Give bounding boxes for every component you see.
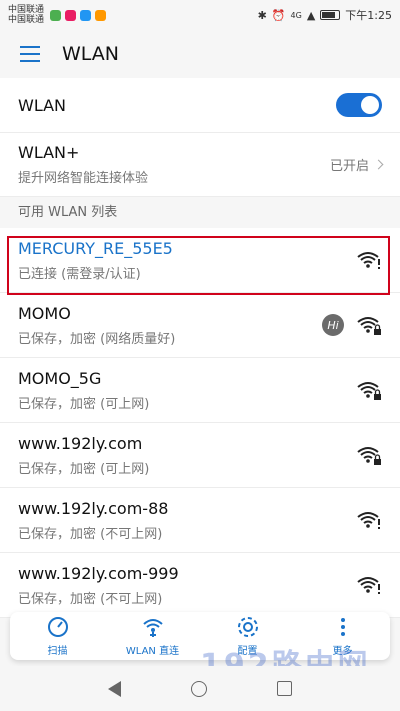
network-row-mercury[interactable]: MERCURY_RE_55E5 已连接 (需登录/认证) (0, 228, 400, 293)
hi-badge-icon: Hi (322, 314, 344, 336)
app-notification-icon (50, 9, 62, 21)
network-name: MOMO_5G (18, 368, 102, 388)
back-icon[interactable] (108, 680, 121, 697)
signal-icon: ▲ (306, 8, 316, 22)
wifi-direct-button[interactable]: WLAN 直连 (105, 612, 200, 660)
chevron-right-icon (373, 159, 384, 170)
app-bar: WLAN (0, 30, 400, 78)
wlan-toggle-row[interactable]: WLAN (0, 78, 400, 133)
wlan-plus-status: 已开启 (329, 159, 369, 174)
wifi-alert-icon (356, 249, 382, 271)
recents-icon[interactable] (277, 681, 292, 696)
network-row-momo5g[interactable]: MOMO_5G 已保存，加密 (可上网) (0, 358, 400, 423)
gear-icon (237, 617, 258, 637)
scan-label: 扫描 (47, 646, 68, 657)
bluetooth-icon: ✱ (257, 8, 267, 22)
network-status: 已保存，加密 (不可上网) (18, 591, 163, 607)
wifi-alert-icon (356, 509, 382, 531)
wlan-plus-subtitle: 提升网络智能连接体验 (18, 171, 149, 186)
wlan-toggle[interactable] (336, 93, 382, 117)
wlan-plus-row[interactable]: WLAN+ 提升网络智能连接体验 已开启 (0, 133, 400, 197)
more-button[interactable]: 更多 (295, 612, 390, 660)
status-bar: 中国联通 中国联通 ✱ ⏰ 4G ▲ 下午1:25 (0, 0, 400, 30)
page-title: WLAN (62, 43, 120, 65)
menu-icon[interactable] (20, 46, 40, 62)
wifi-direct-label: WLAN 直连 (125, 646, 180, 657)
network-row-momo[interactable]: MOMO 已保存，加密 (网络质量好) Hi (0, 293, 400, 358)
bottom-action-bar: 扫描 WLAN 直连 配置 更多 (10, 612, 390, 660)
refresh-icon (47, 617, 68, 637)
network-name: MOMO (18, 303, 71, 323)
network-status: 已连接 (需登录/认证) (18, 266, 141, 282)
configure-button[interactable]: 配置 (200, 612, 295, 660)
system-nav-bar (0, 666, 400, 711)
clock: 下午1:25 (345, 9, 392, 22)
network-type: 4G (290, 10, 302, 20)
wlan-plus-title: WLAN+ (18, 143, 80, 162)
configure-label: 配置 (237, 646, 258, 657)
wifi-lock-icon (356, 379, 382, 401)
section-header: 可用 WLAN 列表 (0, 197, 400, 228)
network-row-192ly-999[interactable]: www.192ly.com-999 已保存，加密 (不可上网) (0, 553, 400, 618)
network-row-192ly-88[interactable]: www.192ly.com-88 已保存，加密 (不可上网) (0, 488, 400, 553)
network-row-192ly[interactable]: www.192ly.com 已保存，加密 (可上网) (0, 423, 400, 488)
network-status: 已保存，加密 (不可上网) (18, 526, 163, 542)
battery-icon (320, 10, 341, 20)
scan-button[interactable]: 扫描 (10, 612, 105, 660)
more-icon (340, 618, 345, 636)
network-name: MERCURY_RE_55E5 (18, 238, 173, 258)
status-right: ✱ ⏰ 4G ▲ 下午1:25 (258, 7, 392, 23)
wlan-label: WLAN (18, 95, 67, 115)
carrier-bottom: 中国联通 (8, 15, 45, 25)
wifi-alert-icon (356, 574, 382, 596)
alarm-icon: ⏰ (271, 8, 286, 22)
network-name: www.192ly.com-88 (18, 498, 169, 518)
wifi-direct-icon (142, 619, 163, 637)
network-name: www.192ly.com (18, 433, 143, 453)
home-icon[interactable] (191, 680, 207, 697)
more-label: 更多 (332, 646, 353, 657)
app-notification-icon (80, 9, 92, 21)
carrier-info: 中国联通 中国联通 (8, 5, 44, 25)
network-status: 已保存，加密 (可上网) (18, 461, 150, 477)
notification-icons (50, 9, 107, 21)
carrier-top: 中国联通 (8, 5, 45, 15)
app-notification-icon (65, 9, 77, 21)
app-notification-icon (95, 9, 107, 21)
wifi-lock-icon (356, 444, 382, 466)
network-status: 已保存，加密 (可上网) (18, 396, 150, 412)
network-name: www.192ly.com-999 (18, 563, 179, 583)
network-status: 已保存，加密 (网络质量好) (18, 331, 176, 347)
wifi-lock-icon (356, 314, 382, 336)
